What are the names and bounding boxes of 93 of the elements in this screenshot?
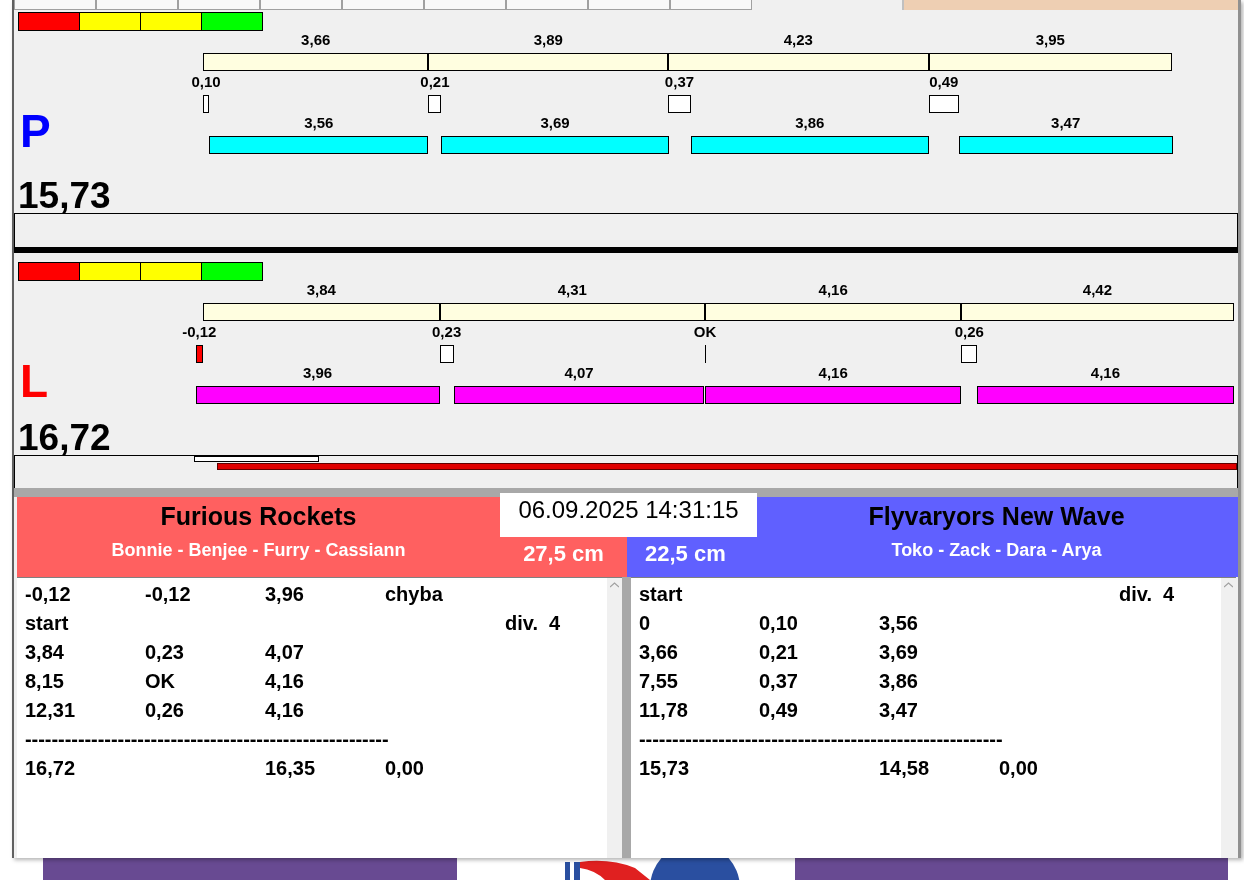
reaction-marker — [928, 95, 959, 113]
team-name: Flyvaryors New Wave — [868, 502, 1125, 530]
list-cell-text: 3,84 — [25, 640, 64, 665]
reaction-marker — [203, 95, 210, 113]
list-cell-text: 0,21 — [759, 640, 798, 665]
list-cell-text: 15,73 — [639, 756, 690, 781]
tab[interactable] — [178, 0, 260, 10]
team-members: Toko - Zack - Dara - Arya — [891, 539, 1102, 561]
list-cell-text: 0,23 — [145, 640, 184, 665]
scrollbar[interactable] — [1221, 577, 1236, 858]
reaction-time: 0,26 — [954, 323, 984, 341]
list-cell-text: 3,96 — [265, 582, 304, 607]
list-cell-text: 8,15 — [25, 669, 64, 694]
list-cell-text: 4,07 — [265, 640, 304, 665]
team-name: Furious Rockets — [160, 502, 357, 530]
scroll-up-icon[interactable] — [1224, 582, 1233, 588]
list-cell-text: 3,66 — [639, 640, 678, 665]
dashed-line: ------------------------------------------------------- — [639, 727, 1003, 752]
leg-time: 3,96 — [302, 364, 333, 382]
list-cell-text: OK — [145, 669, 175, 694]
list-cell-text: 16,72 — [25, 756, 76, 781]
leg-time: 3,86 — [795, 114, 825, 132]
tab[interactable] — [670, 0, 752, 10]
reaction-marker — [961, 345, 978, 363]
list-cell-text: start — [639, 582, 683, 607]
list-cell-text: 0,10 — [759, 611, 798, 636]
split-time: 4,42 — [1082, 281, 1112, 299]
date-time: 06.09.2025 14:31:15 — [500, 493, 757, 537]
list-cell-text: 11,78 — [639, 698, 688, 723]
list-cell-text: 0,00 — [385, 756, 424, 781]
reaction-time: 0,49 — [929, 73, 959, 91]
split-time: 3,95 — [1035, 31, 1065, 49]
list-cell-text: 3,56 — [879, 611, 918, 636]
tab[interactable] — [588, 0, 670, 10]
list-cell-text: 0 — [639, 611, 651, 636]
list-cell-text: 0,37 — [759, 669, 798, 694]
tab[interactable] — [14, 0, 96, 10]
reaction-time: 0,21 — [420, 73, 450, 91]
distance-value: 27,5 cm — [523, 541, 604, 567]
list-cell-text: div. 4 — [505, 611, 561, 636]
leg-time: 3,69 — [540, 114, 570, 132]
list-cell-text: div. 4 — [1119, 582, 1175, 607]
list-cell-text: 0,49 — [759, 698, 798, 723]
leg-time: 4,16 — [818, 364, 848, 382]
split-time: 4,16 — [818, 281, 848, 299]
list-cell-text: start — [25, 611, 69, 636]
tab[interactable] — [260, 0, 342, 10]
reaction-time: -0,12 — [182, 323, 217, 341]
list-cell-text: 0,26 — [145, 698, 184, 723]
list-cell-text: 16,35 — [265, 756, 316, 781]
leg-time: 3,47 — [1051, 114, 1081, 132]
list-cell-text: 12,31 — [25, 698, 76, 723]
split-time: 3,84 — [306, 281, 336, 299]
list-cell-text: 0,00 — [999, 756, 1038, 781]
reaction-marker — [428, 95, 442, 113]
list-cell-text: -0,12 — [25, 582, 71, 607]
list-cell-text: 4,16 — [265, 698, 304, 723]
false-start-marker — [195, 345, 203, 363]
split-time: 4,31 — [557, 281, 587, 299]
list-cell-text: 4,16 — [265, 669, 304, 694]
list-cell-text: 14,58 — [879, 756, 930, 781]
reaction-time: OK — [693, 323, 717, 341]
tab[interactable] — [424, 0, 506, 10]
total-time: 16,72 — [18, 418, 111, 458]
dashed-line: ------------------------------------------------------- — [25, 727, 389, 752]
leg-time: 4,16 — [1090, 364, 1121, 382]
list-cell-text: 7,55 — [639, 669, 678, 694]
reaction-marker — [668, 95, 691, 113]
scrollbar[interactable] — [607, 577, 622, 858]
total-time: 15,73 — [18, 176, 111, 216]
tab[interactable] — [506, 0, 588, 10]
distance-value: 22,5 cm — [645, 541, 726, 567]
list-cell-text: chyba — [385, 582, 443, 607]
lane-letter: P — [20, 108, 51, 154]
reaction-tick — [705, 345, 707, 363]
team-members: Bonnie - Benjee - Furry - Cassiann — [111, 539, 406, 561]
leg-time: 4,07 — [564, 364, 594, 382]
tab[interactable] — [342, 0, 424, 10]
lane-letter: L — [20, 358, 49, 404]
reaction-time: 0,23 — [432, 323, 462, 341]
split-time: 4,23 — [783, 31, 813, 49]
reaction-time: 0,10 — [191, 73, 221, 91]
leg-time: 3,56 — [304, 114, 334, 132]
split-time: 3,89 — [533, 31, 563, 49]
reaction-time: 0,37 — [664, 73, 695, 91]
list-cell-text: -0,12 — [145, 582, 191, 607]
list-cell-text: 3,47 — [879, 698, 918, 723]
list-cell-text: 3,86 — [879, 669, 918, 694]
list-cell-text: 3,69 — [879, 640, 918, 665]
scroll-up-icon[interactable] — [610, 582, 619, 588]
reaction-marker — [439, 345, 454, 363]
tab[interactable] — [96, 0, 178, 10]
split-time: 3,66 — [301, 31, 331, 49]
